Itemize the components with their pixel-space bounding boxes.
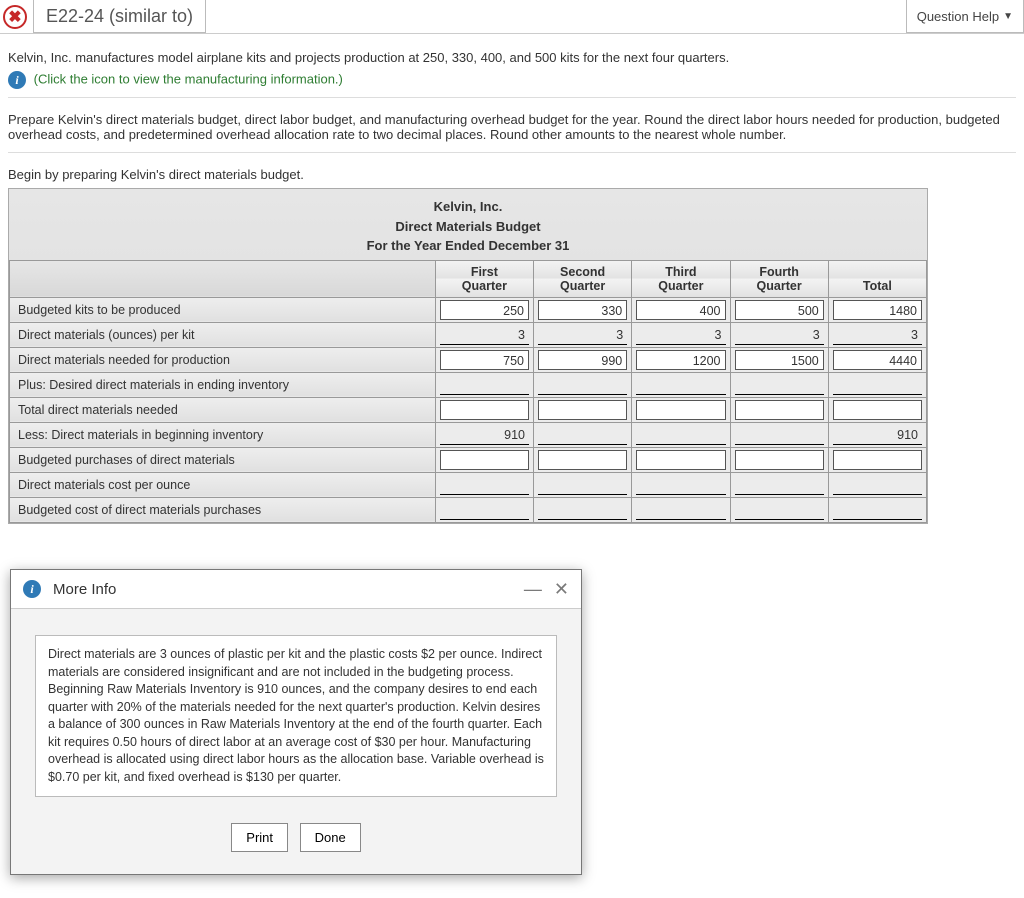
info-icon: i xyxy=(23,580,41,598)
value-input[interactable] xyxy=(833,375,922,395)
chevron-down-icon: ▼ xyxy=(1003,11,1013,22)
question-help-label: Question Help xyxy=(917,9,999,24)
value-input[interactable]: 3 xyxy=(735,325,824,345)
value-input[interactable]: 330 xyxy=(538,300,627,320)
value-input[interactable] xyxy=(440,375,529,395)
question-title: E22-24 (similar to) xyxy=(33,0,206,33)
table-row: Budgeted cost of direct materials purcha… xyxy=(10,497,927,522)
row-label: Plus: Desired direct materials in ending… xyxy=(10,372,436,397)
done-button[interactable]: Done xyxy=(300,823,361,852)
divider xyxy=(8,152,1016,153)
close-icon[interactable]: ✕ xyxy=(554,580,569,598)
minimize-icon[interactable]: — xyxy=(524,580,542,598)
col-head: Second xyxy=(534,260,632,279)
row-label: Less: Direct materials in beginning inve… xyxy=(10,422,436,447)
row-label: Direct materials (ounces) per kit xyxy=(10,322,436,347)
top-bar: ✖ E22-24 (similar to) Question Help ▼ xyxy=(0,0,1024,34)
info-link[interactable]: (Click the icon to view the manufacturin… xyxy=(34,71,343,86)
value-input[interactable]: 990 xyxy=(538,350,627,370)
row-label: Budgeted purchases of direct materials xyxy=(10,447,436,472)
value-input[interactable] xyxy=(538,375,627,395)
value-input[interactable] xyxy=(735,375,824,395)
value-input[interactable] xyxy=(538,400,627,420)
value-input[interactable] xyxy=(538,425,627,445)
value-input[interactable] xyxy=(735,500,824,520)
value-input[interactable]: 500 xyxy=(735,300,824,320)
value-input[interactable]: 4440 xyxy=(833,350,922,370)
value-input[interactable] xyxy=(440,475,529,495)
value-input[interactable]: 750 xyxy=(440,350,529,370)
col-head: Fourth xyxy=(730,260,828,279)
value-input[interactable] xyxy=(636,500,725,520)
dialog-title: More Info xyxy=(53,581,116,598)
value-input[interactable]: 3 xyxy=(636,325,725,345)
value-input[interactable]: 910 xyxy=(440,425,529,445)
table-row: Plus: Desired direct materials in ending… xyxy=(10,372,927,397)
row-label: Budgeted kits to be produced xyxy=(10,297,436,322)
info-icon[interactable]: i xyxy=(8,71,26,89)
value-input[interactable]: 3 xyxy=(440,325,529,345)
print-button[interactable]: Print xyxy=(231,823,288,852)
value-input[interactable] xyxy=(538,500,627,520)
value-input[interactable] xyxy=(440,500,529,520)
intro-text: Kelvin, Inc. manufactures model airplane… xyxy=(8,50,1016,65)
value-input[interactable] xyxy=(636,425,725,445)
value-input[interactable] xyxy=(833,450,922,470)
value-input[interactable]: 910 xyxy=(833,425,922,445)
value-input[interactable] xyxy=(735,425,824,445)
budget-table: Kelvin, Inc. Direct Materials Budget For… xyxy=(8,188,928,524)
row-label: Budgeted cost of direct materials purcha… xyxy=(10,497,436,522)
table-row: Direct materials cost per ounce xyxy=(10,472,927,497)
row-label: Total direct materials needed xyxy=(10,397,436,422)
value-input[interactable]: 3 xyxy=(833,325,922,345)
more-info-dialog: i More Info — ✕ Direct materials are 3 o… xyxy=(10,569,582,875)
value-input[interactable] xyxy=(636,475,725,495)
value-input[interactable] xyxy=(440,450,529,470)
value-input[interactable] xyxy=(833,475,922,495)
value-input[interactable] xyxy=(735,400,824,420)
col-head xyxy=(828,260,926,279)
value-input[interactable] xyxy=(636,375,725,395)
col-head: Quarter xyxy=(534,279,632,298)
col-head: Third xyxy=(632,260,730,279)
report-title: Direct Materials Budget xyxy=(9,217,927,237)
dialog-body-text: Direct materials are 3 ounces of plastic… xyxy=(35,635,557,797)
table-row: Total direct materials needed xyxy=(10,397,927,422)
col-head: Total xyxy=(828,279,926,298)
value-input[interactable]: 250 xyxy=(440,300,529,320)
report-period: For the Year Ended December 31 xyxy=(9,236,927,256)
table-row: Budgeted kits to be produced250 330 400 500… xyxy=(10,297,927,322)
row-label: Direct materials needed for production xyxy=(10,347,436,372)
value-input[interactable] xyxy=(735,450,824,470)
value-input[interactable]: 1200 xyxy=(636,350,725,370)
value-input[interactable] xyxy=(440,400,529,420)
question-help-button[interactable]: Question Help ▼ xyxy=(906,0,1024,33)
col-head: Quarter xyxy=(730,279,828,298)
col-head: Quarter xyxy=(632,279,730,298)
table-row: Direct materials needed for production75… xyxy=(10,347,927,372)
row-label: Direct materials cost per ounce xyxy=(10,472,436,497)
value-input[interactable]: 1480 xyxy=(833,300,922,320)
table-row: Less: Direct materials in beginning inve… xyxy=(10,422,927,447)
divider xyxy=(8,97,1016,98)
value-input[interactable] xyxy=(538,450,627,470)
col-head: Quarter xyxy=(435,279,533,298)
value-input[interactable] xyxy=(636,400,725,420)
value-input[interactable] xyxy=(735,475,824,495)
col-head: First xyxy=(435,260,533,279)
value-input[interactable] xyxy=(538,475,627,495)
table-row: Budgeted purchases of direct materials xyxy=(10,447,927,472)
value-input[interactable] xyxy=(636,450,725,470)
dialog-titlebar[interactable]: i More Info — ✕ xyxy=(11,570,581,609)
company-name: Kelvin, Inc. xyxy=(9,197,927,217)
value-input[interactable]: 3 xyxy=(538,325,627,345)
instructions-text: Prepare Kelvin's direct materials budget… xyxy=(8,112,1016,142)
table-row: Direct materials (ounces) per kit33333 xyxy=(10,322,927,347)
value-input[interactable]: 400 xyxy=(636,300,725,320)
value-input[interactable] xyxy=(833,400,922,420)
value-input[interactable] xyxy=(833,500,922,520)
begin-text: Begin by preparing Kelvin's direct mater… xyxy=(8,167,1016,182)
value-input[interactable]: 1500 xyxy=(735,350,824,370)
close-icon[interactable]: ✖ xyxy=(3,5,27,29)
